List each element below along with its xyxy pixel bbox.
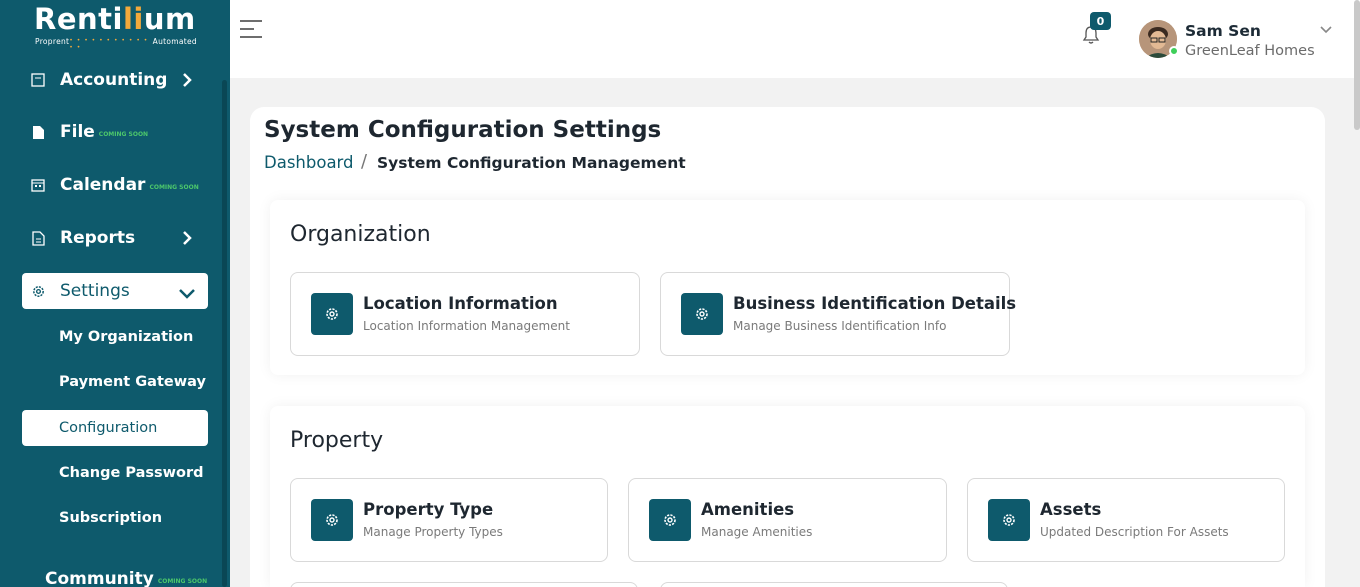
gear-icon: [30, 283, 46, 299]
card-title: Business Identification Details: [733, 294, 1017, 313]
card-description: Location Information Management: [363, 319, 570, 333]
sidebar-item-label: Accounting: [60, 70, 168, 90]
card-title: Property Type: [363, 500, 494, 519]
sidebar-item-label: Reports: [60, 228, 136, 248]
section-title: Organization: [290, 222, 431, 247]
user-name: Sam Sen: [1185, 22, 1261, 40]
file-icon: [30, 124, 46, 140]
chevron-right-icon: [183, 73, 192, 87]
sidebar-item-settings[interactable]: Settings: [22, 273, 208, 309]
property-type-card[interactable]: Property Type Manage Property Types: [290, 478, 608, 562]
notification-count-badge: 0: [1090, 12, 1111, 30]
breadcrumb-dashboard-link[interactable]: Dashboard: [264, 153, 354, 172]
gear-icon: [988, 499, 1030, 541]
chevron-right-icon: [183, 231, 192, 245]
calendar-icon: [30, 177, 46, 193]
amenities-card[interactable]: Amenities Manage Amenities: [628, 478, 947, 562]
sidebar-item-community[interactable]: Community COMING SOON: [22, 561, 208, 587]
card-description: Manage Amenities: [701, 525, 813, 539]
logo-tag-left: Proprent: [35, 37, 70, 46]
sidebar-item-reports[interactable]: Reports: [22, 220, 208, 256]
coming-soon-badge: COMING SOON: [149, 183, 199, 191]
gear-icon: [681, 293, 723, 335]
coming-soon-badge: COMING SOON: [157, 577, 208, 585]
card-description: Manage Business Identification Info: [733, 319, 947, 333]
business-identification-card[interactable]: Business Identification Details Manage B…: [660, 272, 1016, 356]
card-description: Updated Description For Assets: [1040, 525, 1229, 539]
card-title: Assets: [1040, 500, 1102, 519]
sidebar-item-accounting[interactable]: Accounting: [22, 62, 208, 98]
chevron-down-icon: [179, 289, 195, 299]
sidebar-subitem-label: Subscription: [59, 510, 163, 526]
sidebar-subitem-configuration[interactable]: Configuration: [22, 410, 208, 446]
location-information-card[interactable]: Location Information Location Informatio…: [290, 272, 640, 356]
sidebar-subitem-label: Change Password: [59, 465, 204, 481]
gear-icon: [311, 499, 353, 541]
gear-icon: [649, 499, 691, 541]
sidebar: Accounting Rentilium Proprent • • • • • …: [0, 0, 230, 587]
sidebar-item-file[interactable]: File COMING SOON: [22, 114, 208, 150]
card-description: Manage Property Types: [363, 525, 503, 539]
card-title: Amenities: [701, 500, 795, 519]
organization-section: Organization Location Information Locati…: [270, 200, 1305, 375]
chevron-down-icon[interactable]: [1319, 25, 1333, 35]
property-section: Property Property Type Manage Property T…: [270, 406, 1305, 587]
sidebar-scrollbar[interactable]: [222, 80, 227, 587]
assets-card[interactable]: Assets Updated Description For Assets: [967, 478, 1285, 562]
logo-tagline: Proprent • • • • • • • • • • • • • Autom…: [35, 37, 197, 51]
logo[interactable]: Rentilium Proprent • • • • • • • • • • •…: [0, 0, 230, 51]
sidebar-item-label: File: [60, 122, 95, 142]
sidebar-subitem-change-password[interactable]: Change Password: [22, 455, 208, 491]
sidebar-subitem-label: Configuration: [59, 420, 158, 436]
page-title: System Configuration Settings: [264, 117, 662, 143]
sidebar-subitem-payment-gateway[interactable]: Payment Gateway: [22, 364, 208, 400]
sidebar-item-calendar[interactable]: Calendar COMING SOON: [22, 167, 208, 203]
breadcrumb-separator: /: [361, 151, 368, 172]
gear-icon: [311, 293, 353, 335]
online-status-indicator: [1169, 46, 1179, 56]
logo-tag-right: Automated: [152, 37, 197, 46]
sidebar-item-label: Community: [45, 569, 154, 587]
user-company: GreenLeaf Homes: [1185, 43, 1315, 59]
logo-tag-dots: • • • • • • • • • • • • •: [69, 37, 149, 51]
logo-text-main: Renti: [34, 2, 123, 36]
partial-card[interactable]: [290, 582, 638, 587]
top-header: 0 Sam Sen GreenLeaf Homes: [230, 0, 1360, 78]
sidebar-subitem-label: My Organization: [59, 329, 194, 345]
logo-text-accent: li: [122, 2, 144, 36]
coming-soon-badge: COMING SOON: [98, 130, 149, 138]
sidebar-subitem-my-organization[interactable]: My Organization: [22, 319, 208, 355]
sidebar-item-label: Settings: [60, 281, 130, 301]
card-title: Location Information: [363, 294, 558, 313]
sidebar-subitem-subscription[interactable]: Subscription: [22, 500, 208, 536]
accounting-icon: [30, 72, 46, 88]
sidebar-item-label: Calendar: [60, 175, 146, 195]
breadcrumb-current: System Configuration Management: [377, 154, 686, 172]
menu-toggle-icon[interactable]: [240, 20, 262, 38]
reports-icon: [30, 230, 46, 246]
page-scrollbar[interactable]: [1354, 0, 1360, 130]
partial-card[interactable]: [660, 582, 1008, 587]
section-title: Property: [290, 428, 384, 453]
sidebar-subitem-label: Payment Gateway: [59, 374, 206, 390]
logo-text-end: um: [143, 2, 196, 36]
